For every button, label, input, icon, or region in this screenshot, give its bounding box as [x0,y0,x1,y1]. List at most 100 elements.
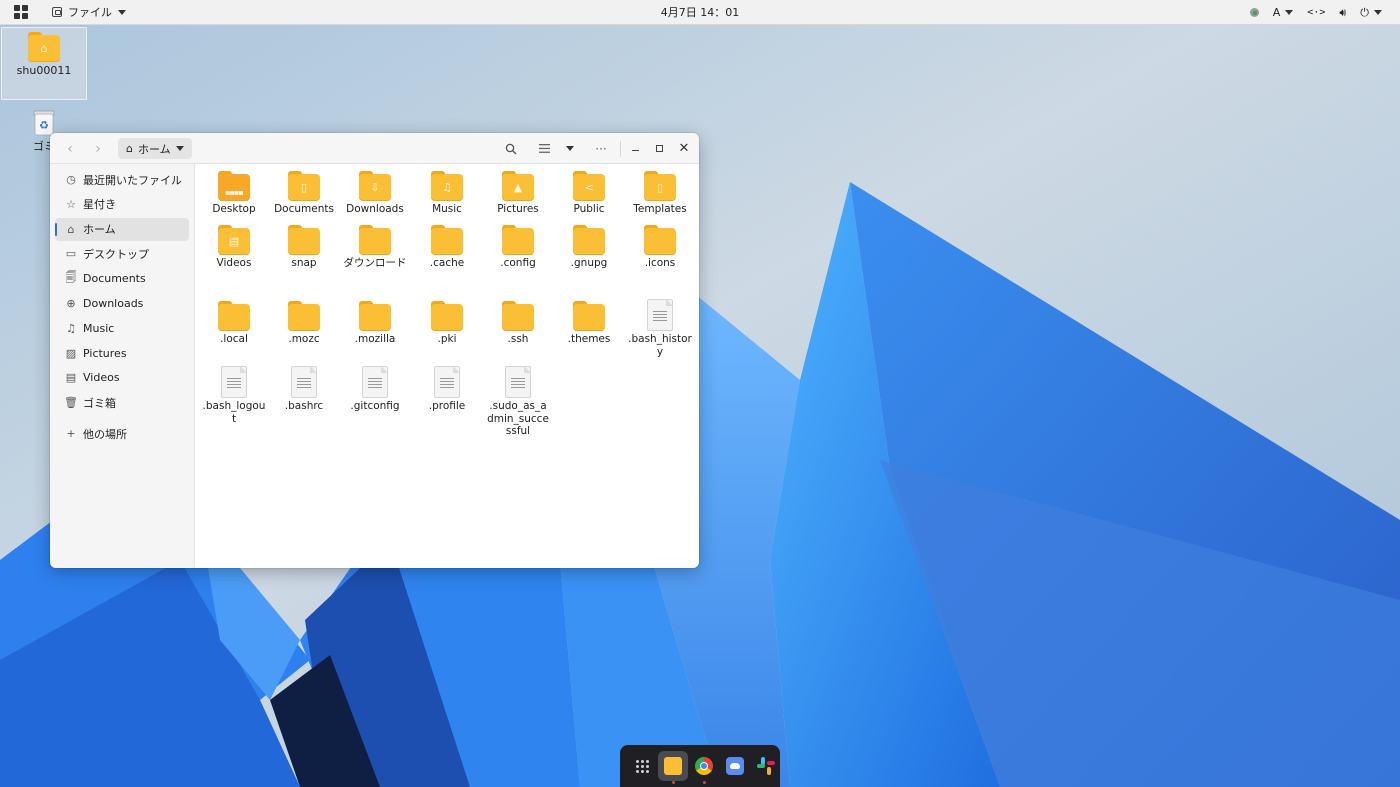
file-item-label: Public [573,203,605,215]
file-item-templates[interactable]: ▯ Templates [625,171,695,216]
file-item-label: Music [432,203,462,215]
running-indicator [672,781,675,784]
more-menu-button[interactable]: ··· [590,133,612,164]
header-bar: ‹ › ⌂ ホーム ··· ✕ [50,133,699,164]
chevron-left-icon: ‹ [67,140,73,157]
folder-icon [288,301,320,331]
file-item-label: .themes [567,333,611,345]
file-item-icons[interactable]: .icons [625,225,695,270]
sidebar-item-other-locations[interactable]: + 他の場所 [55,422,189,445]
power-icon: ⏻ [1360,5,1369,19]
sidebar-item-music[interactable]: ♫ Music [55,317,189,340]
sidebar-item-starred[interactable]: ☆ 星付き [55,193,189,216]
clock-area: 4月7日 14：01 [0,4,1400,20]
file-item-label: .mozc [288,333,320,345]
file-item-label: .profile [428,400,466,412]
clock[interactable]: 4月7日 14：01 [661,6,740,19]
sidebar-item-pictures[interactable]: ▨ Pictures [55,342,189,365]
minimize-button[interactable] [626,133,644,164]
folder-icon [573,225,605,255]
file-item-gitconfig[interactable]: .gitconfig [340,366,410,413]
file-item-label: Downloads [346,203,404,215]
sidebar-item-documents[interactable]: 🗐︎ Documents [55,267,189,290]
star-icon: ☆ [66,197,76,211]
file-item-documents[interactable]: ▯ Documents [269,171,339,216]
file-item-bash-history[interactable]: .bash_history [625,299,695,358]
downloads-folder-icon: ⇩ [359,171,391,201]
file-grid: ▪▪▪▪ Desktop ▯ Documents ⇩ Downloads ♫ M… [196,164,699,568]
sidebar-item-label: Pictures [83,346,127,360]
file-item-desktop[interactable]: ▪▪▪▪ Desktop [199,171,269,216]
forward-button[interactable]: › [88,133,108,164]
sidebar-item-trash[interactable]: 🗑︎ ゴミ箱 [55,391,189,414]
file-item-mozilla[interactable]: .mozilla [340,301,410,346]
file-item-downloads[interactable]: ⇩ Downloads [340,171,410,216]
videos-folder-icon: ▤ [218,225,250,255]
apps-grid-icon [14,5,28,19]
sidebar-item-label: デスクトップ [83,247,149,261]
dock-chrome[interactable] [692,754,716,784]
view-options-dropdown[interactable] [560,133,580,164]
minimize-icon [631,149,639,152]
search-button[interactable] [500,133,522,164]
input-method-menu[interactable]: A [1273,6,1294,19]
app-menu[interactable]: ファイル [52,4,126,20]
path-bar-home[interactable]: ⌂ ホーム [118,138,192,159]
file-item-label: .sudo_as_admin_successful [487,400,549,437]
power-menu[interactable]: ⏻ [1360,6,1382,20]
file-item-label: snap [291,257,317,269]
dock-slack[interactable] [754,754,778,778]
folder-icon [431,225,463,255]
dock-files[interactable] [658,751,688,784]
file-item-snap[interactable]: snap [269,225,339,270]
file-item-mozc[interactable]: .mozc [269,301,339,346]
file-item-label: .ssh [507,333,529,345]
maximize-button[interactable] [650,133,668,164]
close-button[interactable]: ✕ [674,133,694,164]
sidebar-item-home[interactable]: ⌂ ホーム [55,217,189,241]
chevron-down-icon [1374,10,1382,15]
show-apps-button[interactable] [630,754,654,778]
network-icon[interactable]: <·> [1307,7,1325,18]
file-item-label: Templates [633,203,687,215]
desktop-icon: ▭ [65,247,77,261]
list-view-button[interactable] [533,133,555,164]
file-item-label: .bash_logout [202,400,266,425]
sidebar-item-desktop[interactable]: ▭ デスクトップ [55,242,189,265]
file-item-themes[interactable]: .themes [554,301,624,346]
file-item-videos[interactable]: ▤ Videos [199,225,269,270]
sidebar-item-downloads[interactable]: ⊕ Downloads [55,292,189,315]
file-item-profile[interactable]: .profile [412,366,482,413]
sidebar-item-recent[interactable]: ◷ 最近開いたファイル [55,168,189,191]
file-item-pki[interactable]: .pki [412,301,482,346]
file-item-bashrc[interactable]: .bashrc [269,366,339,413]
slack-icon [757,757,775,775]
file-item-music[interactable]: ♫ Music [412,171,482,216]
documents-icon: 🗐︎ [65,271,77,285]
file-item-download-jp[interactable]: ダウンロード [340,225,410,270]
file-item-label: .bashrc [284,400,324,412]
volume-icon[interactable]: 🔊︎ [1339,6,1346,20]
file-item-label: Videos [216,257,252,269]
chevron-right-icon: › [95,140,101,157]
file-item-bash-logout[interactable]: .bash_logout [199,366,269,425]
dock-discord[interactable] [723,754,747,778]
file-item-config[interactable]: .config [483,225,553,270]
activities-button[interactable] [0,0,42,25]
file-item-sudo-as-admin[interactable]: .sudo_as_admin_successful [483,366,553,438]
file-item-pictures[interactable]: ▲ Pictures [483,171,553,216]
back-button[interactable]: ‹ [60,133,80,164]
public-folder-icon: < [573,171,605,201]
file-item-ssh[interactable]: .ssh [483,301,553,346]
status-indicator-icon[interactable] [1249,8,1259,17]
file-item-cache[interactable]: .cache [412,225,482,270]
file-item-gnupg[interactable]: .gnupg [554,225,624,270]
file-item-local[interactable]: .local [199,301,269,346]
desktop-home-folder[interactable]: ⌂ shu00011 [1,27,87,100]
sidebar-item-videos[interactable]: ▤ Videos [55,366,189,389]
music-folder-icon: ♫ [431,171,463,201]
sidebar-item-label: Documents [83,272,146,286]
file-item-public[interactable]: < Public [554,171,624,216]
pictures-icon: ▨ [65,346,77,360]
dock [620,745,780,787]
